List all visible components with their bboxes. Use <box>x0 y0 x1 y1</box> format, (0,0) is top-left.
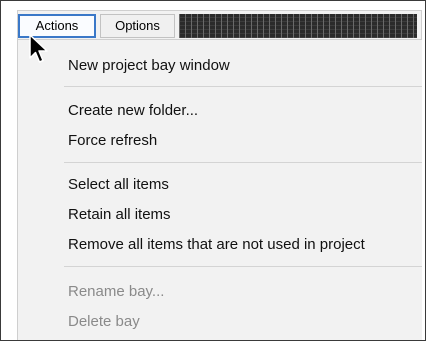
menu-item-create-new-folder[interactable]: Create new folder... <box>68 102 198 120</box>
tab-options[interactable]: Options <box>100 14 175 38</box>
menu-separator <box>64 86 422 87</box>
menu-item-retain-all-items[interactable]: Retain all items <box>68 206 171 224</box>
menu-item-select-all-items[interactable]: Select all items <box>68 176 169 194</box>
menu-separator <box>64 266 422 267</box>
menu-item-force-refresh[interactable]: Force refresh <box>68 132 157 150</box>
menu-bar: Actions Options <box>17 10 422 40</box>
screenshot-frame: Actions Options New project bay window C… <box>0 0 426 341</box>
menu-separator <box>64 162 422 163</box>
menu-item-delete-bay: Delete bay <box>68 313 140 330</box>
mouse-pointer-icon <box>29 34 48 63</box>
actions-dropdown-menu: New project bay window Create new folder… <box>17 40 422 340</box>
menu-item-remove-unused-items[interactable]: Remove all items that are not used in pr… <box>68 236 365 254</box>
toolbar-grip <box>179 14 417 38</box>
menu-item-rename-bay: Rename bay... <box>68 283 165 300</box>
menu-item-new-project-bay-window[interactable]: New project bay window <box>68 57 230 75</box>
